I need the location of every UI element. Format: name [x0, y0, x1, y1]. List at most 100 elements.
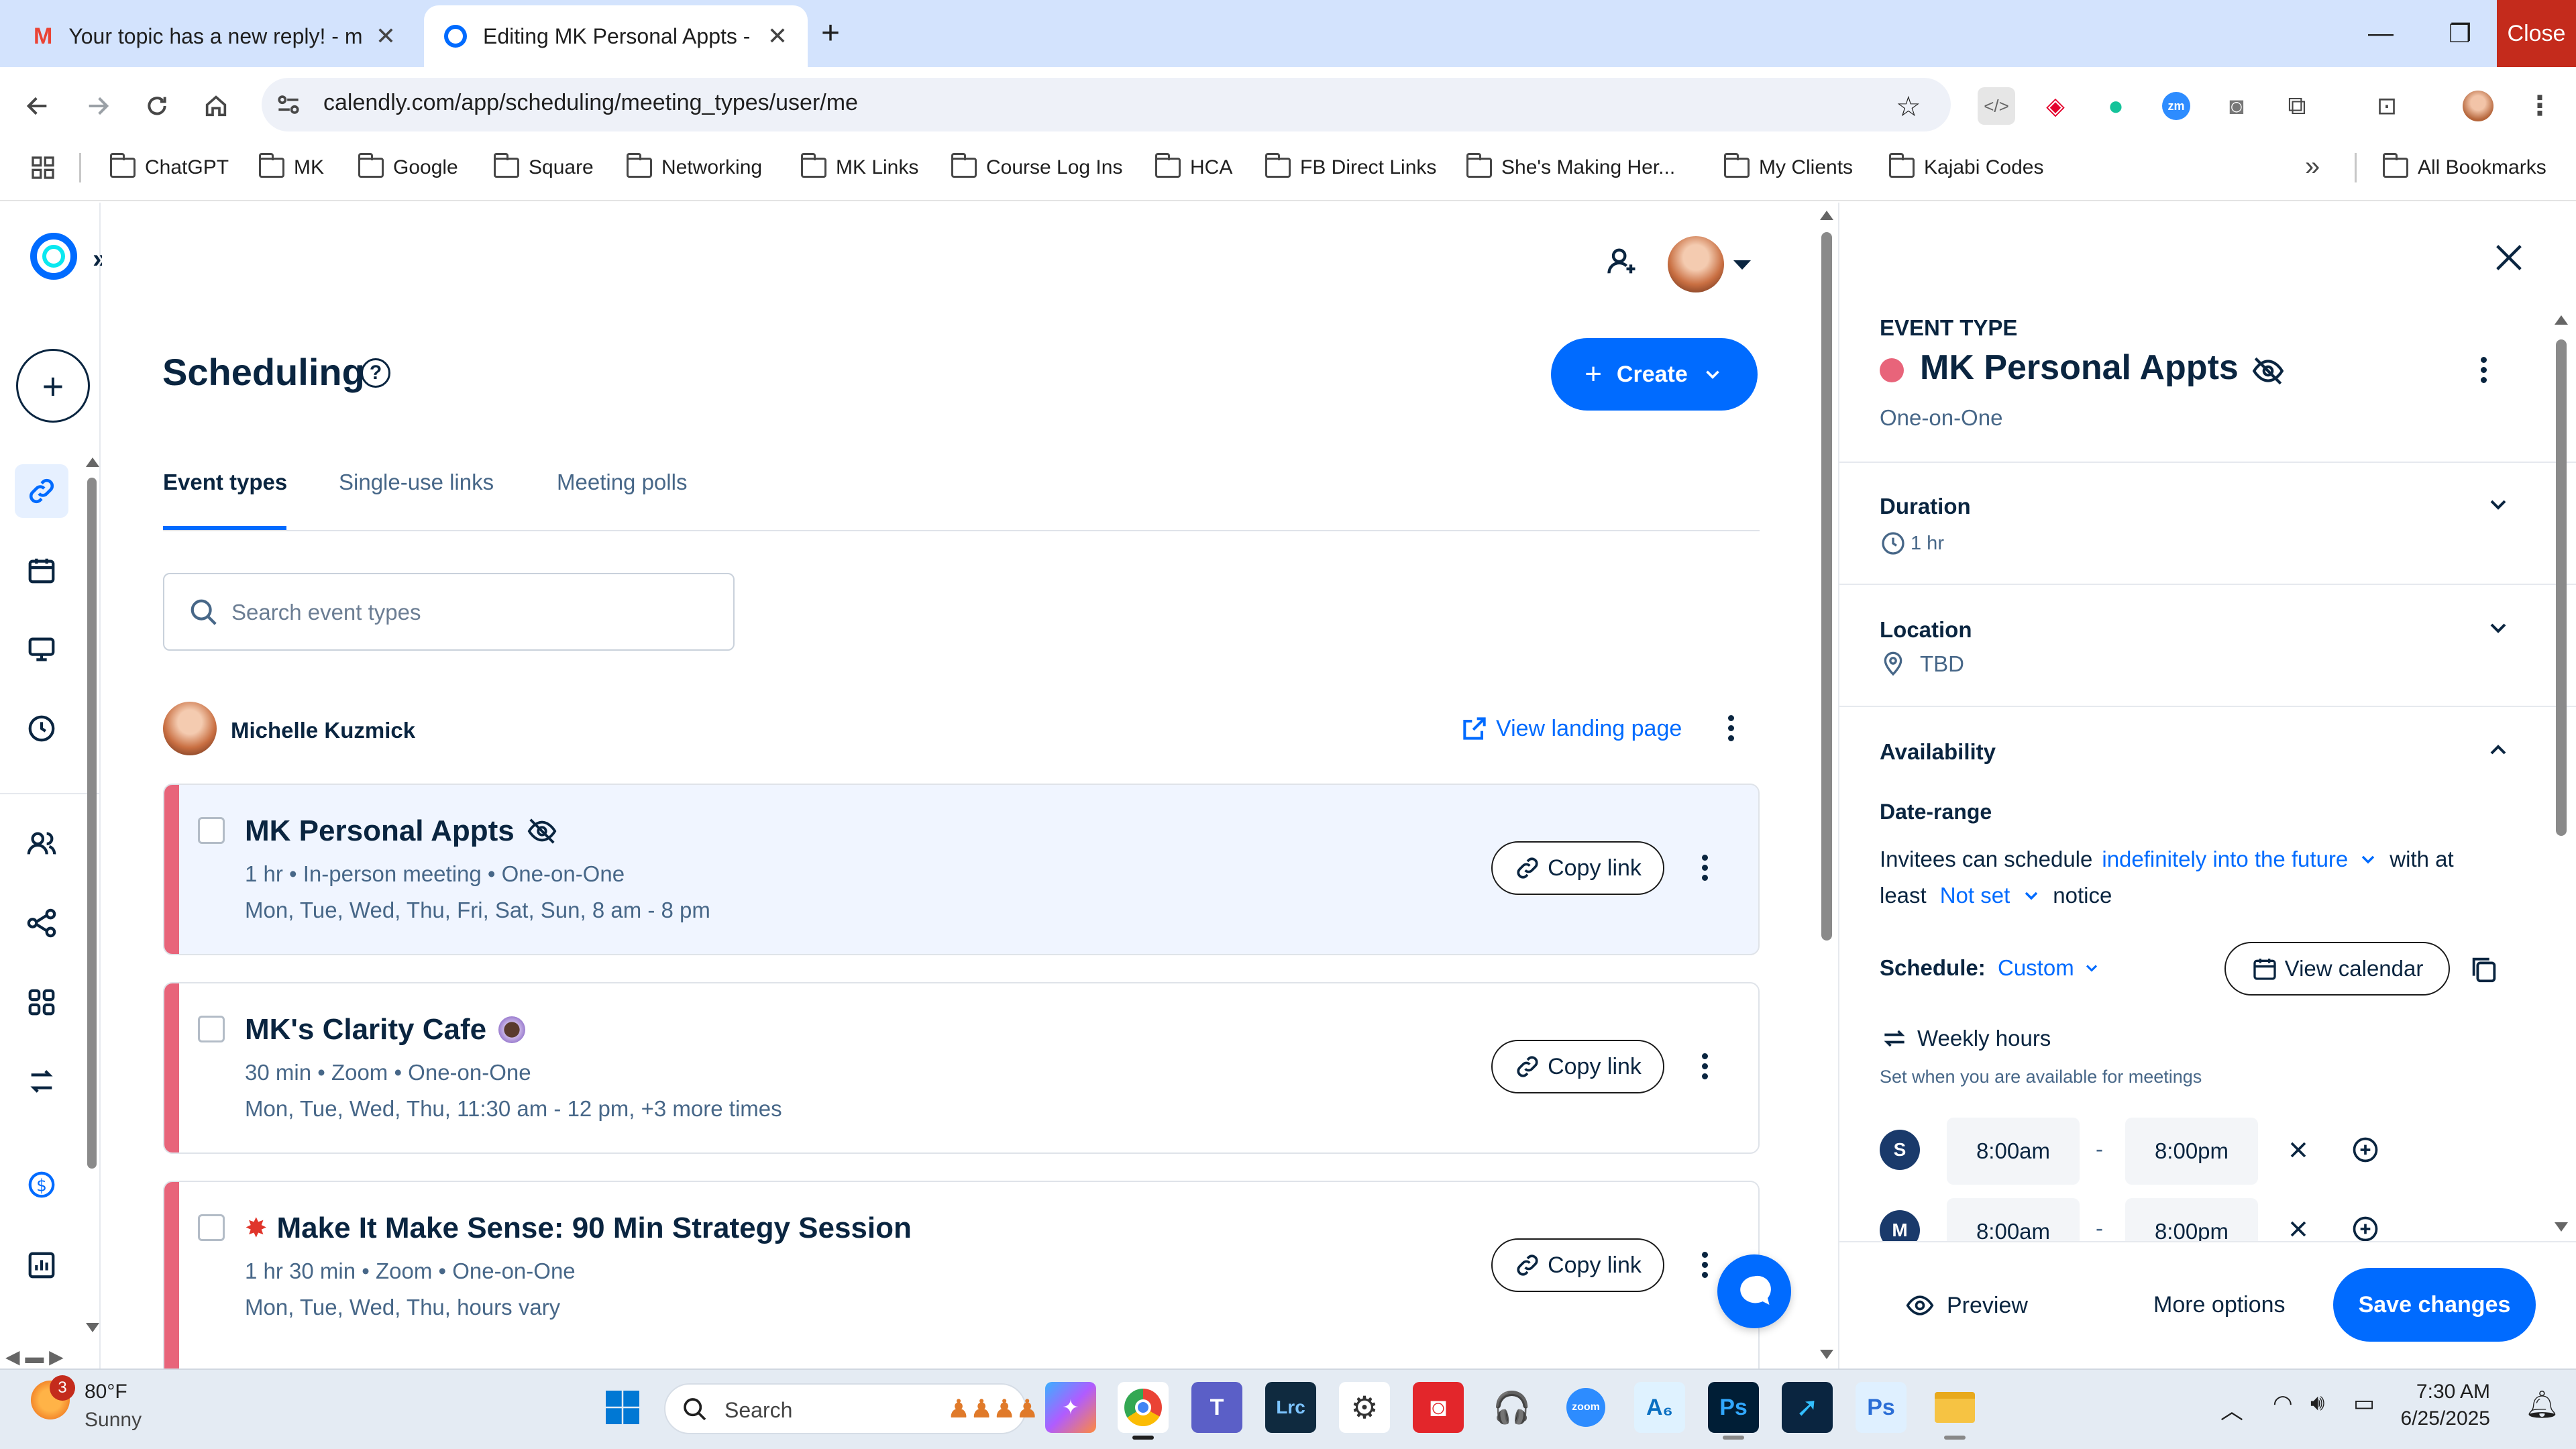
tab-event-types[interactable]: Event types — [163, 470, 287, 495]
availability-label[interactable]: Availability — [1880, 739, 1996, 765]
file-explorer-icon[interactable] — [1929, 1382, 1980, 1433]
caret-down-icon[interactable] — [1733, 260, 1751, 270]
taskbar-search[interactable]: Search ♟♟♟♟ — [664, 1383, 1038, 1434]
preview-button[interactable]: Preview — [1905, 1291, 2028, 1320]
all-bookmarks-button[interactable]: All Bookmarks — [2382, 150, 2546, 185]
bookmark-folder[interactable]: MK Links — [800, 150, 918, 185]
notification-bell-icon[interactable]: 🔔︎ — [2525, 1389, 2559, 1420]
tab-meeting-polls[interactable]: Meeting polls — [557, 470, 687, 495]
bookmark-folder[interactable]: Google — [358, 150, 458, 185]
tray-overflow-icon[interactable]: ︿ — [2220, 1393, 2243, 1426]
bookmark-folder[interactable]: MK — [258, 150, 324, 185]
event-card[interactable]: ✸ Make It Make Sense: 90 Min Strategy Se… — [163, 1181, 1760, 1368]
clock-time[interactable]: 7:30 AM — [2396, 1381, 2490, 1403]
sidebar-scrollbar[interactable] — [86, 451, 99, 1390]
extension-shield-icon[interactable]: ◈ — [2037, 87, 2074, 125]
remove-hours-icon[interactable] — [2285, 1136, 2312, 1163]
nav-billing-dollar-icon[interactable]: $ — [15, 1158, 68, 1212]
create-plus-button[interactable]: + — [16, 349, 90, 423]
nav-availability-clock-icon[interactable] — [15, 702, 68, 755]
chat-support-button[interactable] — [1717, 1254, 1791, 1328]
schedule-dropdown[interactable]: Custom — [1998, 955, 2101, 981]
lightroom-icon[interactable]: Lrc — [1265, 1382, 1316, 1433]
event-card[interactable]: MK Personal Appts 1 hr • In-person meeti… — [163, 784, 1760, 955]
forward-button[interactable] — [78, 86, 118, 126]
copy-link-button[interactable]: Copy link — [1491, 841, 1664, 895]
event-menu-icon[interactable] — [1698, 1248, 1711, 1288]
view-landing-page-link[interactable]: View landing page — [1460, 714, 1682, 743]
bookmark-folder[interactable]: FB Direct Links — [1265, 150, 1436, 185]
copy-link-button[interactable]: Copy link — [1491, 1238, 1664, 1292]
home-button[interactable] — [196, 86, 236, 126]
browser-tab-gmail[interactable]: M Your topic has a new reply! - m ✕ — [13, 5, 416, 67]
user-avatar[interactable] — [1668, 236, 1724, 292]
site-settings-icon[interactable] — [274, 90, 303, 119]
bookmark-folder[interactable]: Course Log Ins — [951, 150, 1122, 185]
remove-hours-icon[interactable] — [2285, 1216, 2312, 1241]
restore-button[interactable]: ❐ — [2420, 0, 2500, 67]
copy-schedule-icon[interactable] — [2469, 954, 2500, 985]
bookmark-folder[interactable]: Networking — [626, 150, 762, 185]
headphones-icon[interactable]: 🎧 — [1487, 1382, 1538, 1433]
nav-routing-icon[interactable] — [15, 623, 68, 676]
volume-icon[interactable]: 🔊︎ — [2310, 1390, 2324, 1416]
copy-link-button[interactable]: Copy link — [1491, 1040, 1664, 1093]
sidebar-hscroll[interactable]: ◀ ▬ ▶ — [5, 1346, 64, 1368]
bookmark-folder[interactable]: Square — [493, 150, 594, 185]
zoom-extension-icon[interactable]: zm — [2157, 87, 2195, 125]
photoshop-icon[interactable]: Ps — [1708, 1382, 1759, 1433]
search-input[interactable]: Search event types — [163, 573, 735, 651]
panel-scrollbar[interactable] — [2553, 315, 2569, 1237]
nav-routing-forms-icon[interactable] — [15, 1055, 68, 1108]
url-text[interactable]: calendly.com/app/scheduling/meeting_type… — [323, 90, 858, 116]
add-hours-icon[interactable] — [2351, 1135, 2380, 1165]
acrobat-icon[interactable]: ◙ — [1413, 1382, 1464, 1433]
end-time-input[interactable]: 8:00pm — [2125, 1198, 2258, 1241]
add-hours-icon[interactable] — [2351, 1214, 2380, 1241]
day-badge[interactable]: M — [1880, 1210, 1920, 1241]
more-options-button[interactable]: More options — [2153, 1292, 2286, 1318]
help-icon[interactable]: ? — [361, 358, 390, 388]
battery-icon[interactable]: ▭ — [2353, 1390, 2375, 1417]
photoshop-express-icon[interactable]: Ps — [1856, 1382, 1907, 1433]
close-panel-icon[interactable] — [2491, 240, 2526, 275]
grammarly-icon[interactable]: ● — [2097, 87, 2135, 125]
new-tab-button[interactable]: + — [821, 15, 840, 52]
view-calendar-button[interactable]: View calendar — [2224, 942, 2450, 996]
nav-scheduling-link-icon[interactable] — [15, 464, 68, 518]
camera-icon[interactable]: ◙ — [2218, 87, 2255, 125]
bookmark-folder[interactable]: ChatGPT — [109, 150, 229, 185]
teams-icon[interactable]: T — [1191, 1382, 1242, 1433]
end-time-input[interactable]: 8:00pm — [2125, 1118, 2258, 1185]
bookmark-star-icon[interactable]: ☆ — [1896, 90, 1921, 123]
browser-tab-calendly[interactable]: Editing MK Personal Appts - Ca ✕ — [424, 5, 808, 67]
save-changes-button[interactable]: Save changes — [2333, 1268, 2536, 1342]
date-range-dropdown[interactable]: indefinitely into the future — [2102, 847, 2348, 872]
day-badge[interactable]: S — [1880, 1130, 1920, 1170]
duration-label[interactable]: Duration — [1880, 494, 1971, 519]
apps-grid-icon[interactable] — [30, 154, 56, 181]
bookmark-folder[interactable]: HCA — [1155, 150, 1232, 185]
nav-workflows-icon[interactable] — [15, 896, 68, 950]
hidden-eye-icon[interactable] — [2251, 354, 2285, 388]
extensions-puzzle-icon[interactable]: ⧉ — [2278, 87, 2316, 125]
owner-menu-icon[interactable] — [1724, 711, 1737, 751]
start-time-input[interactable]: 8:00am — [1947, 1198, 2080, 1241]
close-tab-icon[interactable]: ✕ — [767, 22, 788, 50]
font-app-icon[interactable]: A₆ — [1634, 1382, 1685, 1433]
reload-button[interactable] — [137, 86, 177, 126]
back-button[interactable] — [17, 86, 58, 126]
select-checkbox[interactable] — [198, 1016, 225, 1042]
event-card[interactable]: MK's Clarity Cafe 30 min • Zoom • One-on… — [163, 982, 1760, 1154]
settings-gear-icon[interactable]: ⚙ — [1339, 1382, 1390, 1433]
select-checkbox[interactable] — [198, 817, 225, 844]
weather-temp[interactable]: 80°F — [85, 1381, 127, 1403]
nav-contacts-icon[interactable] — [15, 817, 68, 871]
bookmark-folder[interactable]: My Clients — [1723, 150, 1853, 185]
panel-menu-icon[interactable] — [2477, 353, 2490, 393]
nav-analytics-icon[interactable] — [15, 1238, 68, 1292]
clock-date[interactable]: 6/25/2025 — [2396, 1407, 2490, 1430]
bookmark-folder[interactable]: Kajabi Codes — [1888, 150, 2043, 185]
create-button[interactable]: + Create — [1551, 338, 1758, 411]
more-bookmarks-icon[interactable]: » — [2305, 152, 2320, 182]
